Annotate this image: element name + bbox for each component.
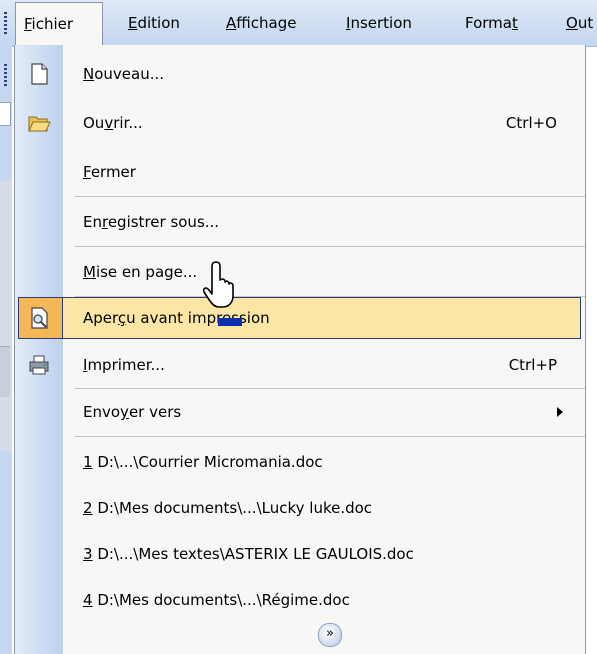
cursor-shadow-bar — [218, 318, 242, 326]
menu-edition[interactable]: Edition — [128, 0, 180, 46]
menu-bar: Fichier Edition Affichage Insertion Form… — [0, 0, 597, 47]
file-menu-dropdown: Nouveau... Ouvrir... Ctrl+O Fermer Enreg… — [14, 45, 586, 654]
chevron-double-down-icon[interactable]: » — [318, 623, 342, 647]
menu-item-recent-file-4[interactable]: 4 D:\Mes documents\...\Régime.doc — [15, 577, 585, 623]
menu-item-label: 2 D:\Mes documents\...\Lucky luke.doc — [83, 499, 373, 517]
menu-fichier[interactable]: Fichier — [15, 2, 103, 46]
menu-item-label: Enregistrer sous... — [83, 213, 220, 231]
menu-format[interactable]: Format — [465, 0, 518, 46]
print-preview-icon — [31, 307, 48, 329]
menu-item-label: 3 D:\...\Mes textes\ASTERIX LE GAULOIS.d… — [83, 545, 414, 563]
menu-separator — [75, 196, 585, 197]
menu-item-label: Nouveau... — [83, 65, 165, 83]
menu-affichage[interactable]: Affichage — [226, 0, 296, 46]
menu-item-label: Fermer — [83, 163, 136, 181]
menu-item-recent-file-1[interactable]: 1 D:\...\Courrier Micromania.doc — [15, 439, 585, 485]
printer-icon — [29, 355, 49, 375]
toolbar-field — [0, 102, 11, 126]
menu-item-label: Mise en page... — [83, 263, 198, 281]
menu-item-apercu-avant-impression[interactable]: Aperçu avant impression — [18, 297, 581, 339]
menu-item-recent-file-3[interactable]: 3 D:\...\Mes textes\ASTERIX LE GAULOIS.d… — [15, 531, 585, 577]
toolbar-strip — [0, 46, 12, 654]
background-panel — [0, 346, 10, 397]
menu-insertion[interactable]: Insertion — [346, 0, 412, 46]
menu-item-label: 1 D:\...\Courrier Micromania.doc — [83, 453, 323, 471]
menu-item-label: Envoyer vers — [83, 403, 182, 421]
menu-separator — [75, 246, 585, 247]
menu-item-enregistrer-sous[interactable]: Enregistrer sous... — [15, 199, 585, 245]
toolbar-grip[interactable] — [4, 12, 7, 36]
menu-item-ouvrir[interactable]: Ouvrir... Ctrl+O — [15, 100, 585, 146]
new-document-icon — [31, 63, 48, 85]
menu-item-label: Imprimer... — [83, 356, 165, 374]
background-panel — [0, 181, 12, 451]
menu-item-envoyer-vers[interactable]: Envoyer vers — [15, 389, 585, 435]
menu-item-label: Ouvrir... — [83, 114, 143, 132]
menu-outils[interactable]: Out — [566, 0, 593, 46]
menu-item-fermer[interactable]: Fermer — [15, 149, 585, 195]
menu-item-nouveau[interactable]: Nouveau... — [15, 51, 585, 97]
open-folder-icon — [28, 116, 51, 132]
shortcut-label: Ctrl+P — [508, 356, 557, 374]
hand-cursor-icon — [202, 261, 234, 308]
menu-item-recent-file-2[interactable]: 2 D:\Mes documents\...\Lucky luke.doc — [15, 485, 585, 531]
menu-item-label: 4 D:\Mes documents\...\Régime.doc — [83, 591, 350, 609]
toolbar-grip[interactable] — [4, 64, 7, 86]
shortcut-label: Ctrl+O — [505, 114, 557, 132]
menu-item-imprimer[interactable]: Imprimer... Ctrl+P — [15, 342, 585, 388]
submenu-arrow-icon — [557, 407, 563, 417]
menu-item-mise-en-page[interactable]: Mise en page... — [15, 249, 585, 295]
menu-separator — [75, 436, 585, 437]
